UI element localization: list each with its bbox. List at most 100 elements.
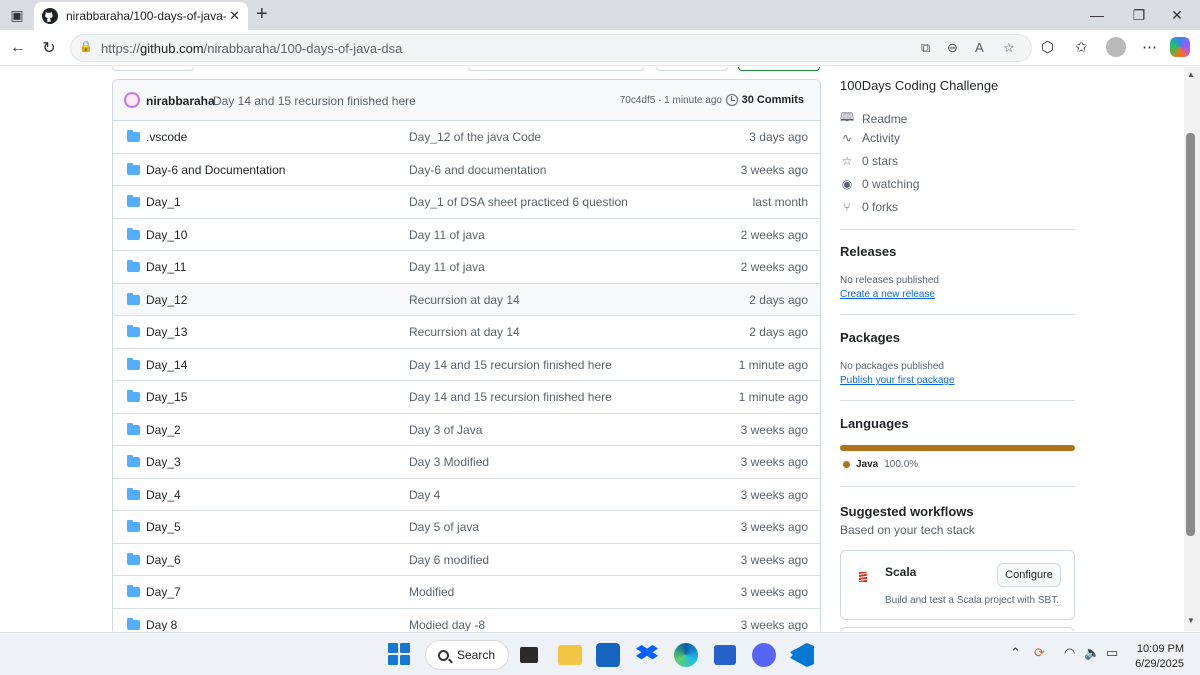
file-row[interactable]: Day_2 Day 3 of Java 3 weeks ago xyxy=(113,414,820,446)
file-name-link[interactable]: Day_6 xyxy=(146,553,181,567)
file-row[interactable]: Day_3 Day 3 Modified 3 weeks ago xyxy=(113,446,820,479)
taskbar-clock[interactable]: 10:09 PM 6/29/2025 xyxy=(1130,642,1184,672)
close-tab-icon[interactable]: ✕ xyxy=(229,8,240,24)
file-commit-message[interactable]: Recurrsion at day 14 xyxy=(409,293,520,307)
configure-button[interactable]: Configure xyxy=(997,563,1061,587)
new-tab-icon[interactable]: + xyxy=(256,3,268,26)
favorite-star-icon[interactable]: ☆ xyxy=(1003,40,1015,56)
file-commit-message[interactable]: Day 3 Modified xyxy=(409,455,489,469)
more-menu-icon[interactable]: ⋯ xyxy=(1142,38,1157,56)
copilot-icon[interactable] xyxy=(1170,37,1190,57)
read-aloud-icon[interactable]: A xyxy=(975,40,984,55)
update-icon[interactable]: ⟳ xyxy=(1034,645,1045,661)
file-row[interactable]: Day_14 Day 14 and 15 recursion finished h… xyxy=(113,349,820,381)
create-release-link[interactable]: Create a new release xyxy=(840,289,935,300)
file-row[interactable]: Day-6 and Documentation Day-6 and documen… xyxy=(113,154,820,186)
extensions-icon[interactable]: ⬡ xyxy=(1041,38,1054,56)
file-name-link[interactable]: Day 8 xyxy=(146,618,177,632)
file-commit-message[interactable]: Recurrsion at day 14 xyxy=(409,325,520,339)
releases-title[interactable]: Releases xyxy=(840,244,896,259)
file-commit-message[interactable]: Day 11 of java xyxy=(409,260,485,274)
file-row[interactable]: Day_5 Day 5 of java 3 weeks ago xyxy=(113,511,820,544)
refresh-icon[interactable]: ↻ xyxy=(37,36,61,60)
forks-link[interactable]: ⑂ 0 forks xyxy=(840,200,898,214)
file-name-link[interactable]: Day-6 and Documentation xyxy=(146,163,285,177)
watchers-link[interactable]: ◉ 0 watching xyxy=(840,177,920,191)
file-row[interactable]: Day_12 Recurrsion at day 14 2 days ago xyxy=(113,283,820,316)
file-commit-message[interactable]: Day 11 of java xyxy=(409,228,485,242)
file-name-link[interactable]: Day_2 xyxy=(146,423,181,437)
file-name-link[interactable]: Day_11 xyxy=(146,260,186,274)
file-name-link[interactable]: Day_3 xyxy=(146,455,181,469)
scroll-up-icon[interactable]: ▲ xyxy=(1187,70,1195,79)
file-name-link[interactable]: Day_14 xyxy=(146,358,187,372)
file-commit-message[interactable]: Modied day -8 xyxy=(409,618,485,632)
file-commit-message[interactable]: Day-6 and documentation xyxy=(409,163,546,177)
wifi-icon[interactable]: ◠ xyxy=(1064,645,1075,661)
file-row[interactable]: Day_15 Day 14 and 15 recursion finished h… xyxy=(113,381,820,414)
file-name-link[interactable]: Day_4 xyxy=(146,488,181,502)
discord-icon[interactable] xyxy=(752,643,776,667)
close-window-icon[interactable]: ✕ xyxy=(1154,0,1200,30)
volume-icon[interactable]: 🔈 xyxy=(1084,645,1100,661)
task-view-icon[interactable] xyxy=(520,647,538,663)
file-commit-message[interactable]: Day 14 and 15 recursion finished here xyxy=(409,358,612,372)
file-commit-message[interactable]: Day 4 xyxy=(409,488,440,502)
file-row[interactable]: Day_10 Day 11 of java 2 weeks ago xyxy=(113,219,820,251)
stars-link[interactable]: ☆ 0 stars xyxy=(840,154,898,168)
browser-tab[interactable]: nirabbaraha/100-days-of-java-dsa ✕ xyxy=(34,2,248,30)
commits-link[interactable]: 30 Commits xyxy=(725,94,804,106)
file-name-link[interactable]: Day_5 xyxy=(146,520,181,534)
back-icon[interactable]: ← xyxy=(6,36,30,60)
file-name-link[interactable]: Day_10 xyxy=(146,228,187,242)
packages-title[interactable]: Packages xyxy=(840,330,900,345)
vscode-icon[interactable] xyxy=(790,643,814,667)
site-info-icon[interactable]: 🔒 xyxy=(79,40,95,56)
readme-link[interactable]: 🕮 Readme xyxy=(840,108,907,129)
tab-actions-icon[interactable]: ▣ xyxy=(0,0,34,30)
file-name-link[interactable]: Day_13 xyxy=(146,325,187,339)
edge-icon[interactable] xyxy=(674,643,698,667)
file-commit-message[interactable]: Day 14 and 15 recursion finished here xyxy=(409,390,612,404)
file-row[interactable]: Day_13 Recurrsion at day 14 2 days ago xyxy=(113,316,820,349)
language-item[interactable]: Java 100.0% xyxy=(843,459,918,470)
file-commit-message[interactable]: Day_1 of DSA sheet practiced 6 question xyxy=(409,195,628,209)
file-name-link[interactable]: Day_12 xyxy=(146,293,187,307)
file-row[interactable]: Day_11 Day 11 of java 2 weeks ago xyxy=(113,251,820,284)
taskbar-search[interactable]: Search xyxy=(425,640,509,670)
file-row[interactable]: Day_6 Day 6 modified 3 weeks ago xyxy=(113,544,820,576)
file-commit-message[interactable]: Day_12 of the java Code xyxy=(409,130,541,144)
commit-message[interactable]: Day 14 and 15 recursion finished here xyxy=(213,94,416,108)
file-row[interactable]: Day_1 Day_1 of DSA sheet practiced 6 ques… xyxy=(113,186,820,219)
publish-package-link[interactable]: Publish your first package xyxy=(840,375,955,386)
file-row[interactable]: .vscode Day_12 of the java Code 3 days ago xyxy=(113,121,820,154)
file-row[interactable]: Day_7 Modified 3 weeks ago xyxy=(113,576,820,609)
app-s-icon[interactable] xyxy=(596,643,620,667)
profile-avatar[interactable] xyxy=(1106,37,1126,57)
scroll-down-icon[interactable]: ▼ xyxy=(1187,616,1195,625)
file-row[interactable]: Day_4 Day 4 3 weeks ago xyxy=(113,479,820,511)
zoom-icon[interactable]: ⊖ xyxy=(947,40,958,56)
file-name-link[interactable]: Day_7 xyxy=(146,585,181,599)
commit-hash-time[interactable]: 70c4df5 · 1 minute ago xyxy=(620,95,722,106)
file-explorer-icon[interactable] xyxy=(558,645,582,665)
activity-link[interactable]: ∿ Activity xyxy=(840,131,900,145)
file-name-link[interactable]: .vscode xyxy=(146,130,187,144)
store-icon[interactable] xyxy=(714,645,736,665)
file-row[interactable]: Day 8 Modied day -8 3 weeks ago xyxy=(113,609,820,632)
open-in-app-icon[interactable]: ⧉ xyxy=(921,40,930,56)
file-commit-message[interactable]: Modified xyxy=(409,585,454,599)
commit-author[interactable]: nirabbaraha xyxy=(146,94,215,108)
file-name-link[interactable]: Day_15 xyxy=(146,390,187,404)
show-hidden-icons-icon[interactable]: ⌃ xyxy=(1010,645,1021,661)
dropbox-icon[interactable] xyxy=(636,645,658,660)
author-avatar[interactable] xyxy=(124,92,140,108)
file-commit-message[interactable]: Day 5 of java xyxy=(409,520,479,534)
file-commit-message[interactable]: Day 6 modified xyxy=(409,553,489,567)
favorites-icon[interactable]: ✩ xyxy=(1075,38,1088,56)
file-name-link[interactable]: Day_1 xyxy=(146,195,181,209)
windows-start-icon[interactable] xyxy=(388,643,410,665)
battery-icon[interactable]: ▭ xyxy=(1106,645,1118,661)
scrollbar-thumb[interactable] xyxy=(1186,133,1195,536)
address-bar[interactable]: 🔒 https://github.com/nirabbaraha/100-day… xyxy=(70,34,1032,62)
